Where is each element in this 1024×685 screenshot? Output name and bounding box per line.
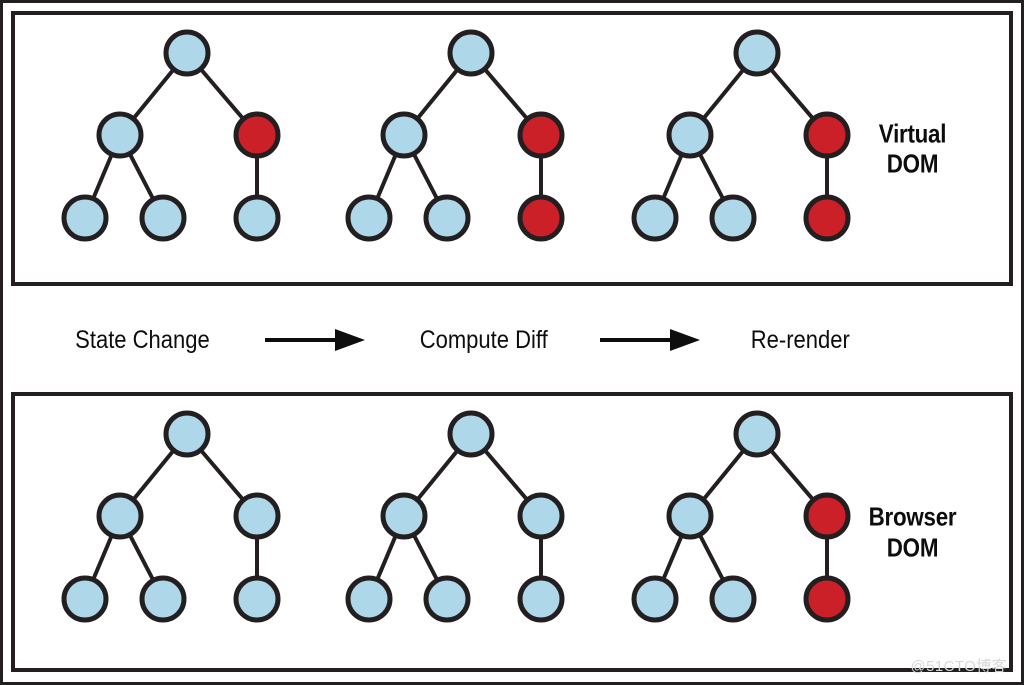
browser-dom-label-line-2: DOM (886, 532, 939, 562)
virtual-dom-panel: Virtual DOM (11, 11, 1013, 286)
tree-node-red (803, 575, 851, 623)
tree-node-blue (423, 194, 471, 242)
virtual-dom-label: Virtual DOM (830, 118, 995, 179)
virtual-dom-tree-slot-2 (329, 15, 614, 282)
tree-node-blue (345, 575, 393, 623)
virtual-dom-label-line-2: DOM (886, 148, 939, 179)
flow-strip: State Change Compute Diff Re-render (11, 290, 1013, 390)
diagram-root: Virtual DOM State Change Compute Diff Re… (0, 0, 1024, 685)
tree-node-blue (163, 410, 211, 458)
virtual-dom-panel-inner: Virtual DOM (15, 15, 1009, 282)
tree-node-blue (517, 492, 565, 540)
tree-node-blue (709, 575, 757, 623)
tree-node-blue (666, 111, 714, 159)
arrow-right-icon-2 (600, 327, 701, 353)
flow-step-re-render: Re-render (751, 325, 851, 354)
tree-node-blue (631, 194, 679, 242)
flow-step-state-change: State Change (75, 325, 210, 354)
browser-dom-panel-inner: Browser DOM (15, 396, 1009, 668)
tree-node-blue (380, 492, 428, 540)
browser-dom-tree-slot-1 (45, 396, 330, 668)
browser-dom-label-line-1: Browser (868, 501, 957, 532)
tree-node-red (517, 111, 565, 159)
tree-node-blue (517, 575, 565, 623)
tree-node-blue (447, 29, 495, 77)
tree-node-blue (423, 575, 471, 623)
tree-node-blue (733, 410, 781, 458)
virtual-dom-label-line-1: Virtual (878, 117, 947, 148)
tree-node-blue (233, 575, 281, 623)
virtual-dom-tree-1 (61, 29, 281, 242)
tree-node-blue (631, 575, 679, 623)
tree-node-blue (233, 194, 281, 242)
tree-node-blue (709, 194, 757, 242)
tree-node-blue (345, 194, 393, 242)
virtual-dom-tree-2 (345, 29, 565, 242)
tree-node-blue (61, 194, 109, 242)
tree-node-red (517, 194, 565, 242)
tree-node-blue (139, 194, 187, 242)
tree-node-blue (447, 410, 495, 458)
browser-dom-tree-1 (61, 410, 281, 623)
browser-dom-label: Browser DOM (830, 501, 995, 562)
tree-node-blue (61, 575, 109, 623)
arrow-right-icon-1 (264, 327, 365, 353)
tree-node-red (233, 111, 281, 159)
tree-node-red (803, 194, 851, 242)
tree-node-blue (233, 492, 281, 540)
tree-node-blue (733, 29, 781, 77)
watermark: @51CTO博客 (910, 658, 1007, 675)
tree-node-blue (666, 492, 714, 540)
tree-node-blue (96, 492, 144, 540)
browser-dom-tree-slot-2 (329, 396, 614, 668)
virtual-dom-tree-slot-1 (45, 15, 330, 282)
browser-dom-tree-2 (345, 410, 565, 623)
tree-node-blue (139, 575, 187, 623)
tree-node-blue (163, 29, 211, 77)
tree-node-blue (96, 111, 144, 159)
tree-node-blue (380, 111, 428, 159)
browser-dom-panel: Browser DOM (11, 392, 1013, 672)
flow-step-compute-diff: Compute Diff (419, 325, 548, 354)
